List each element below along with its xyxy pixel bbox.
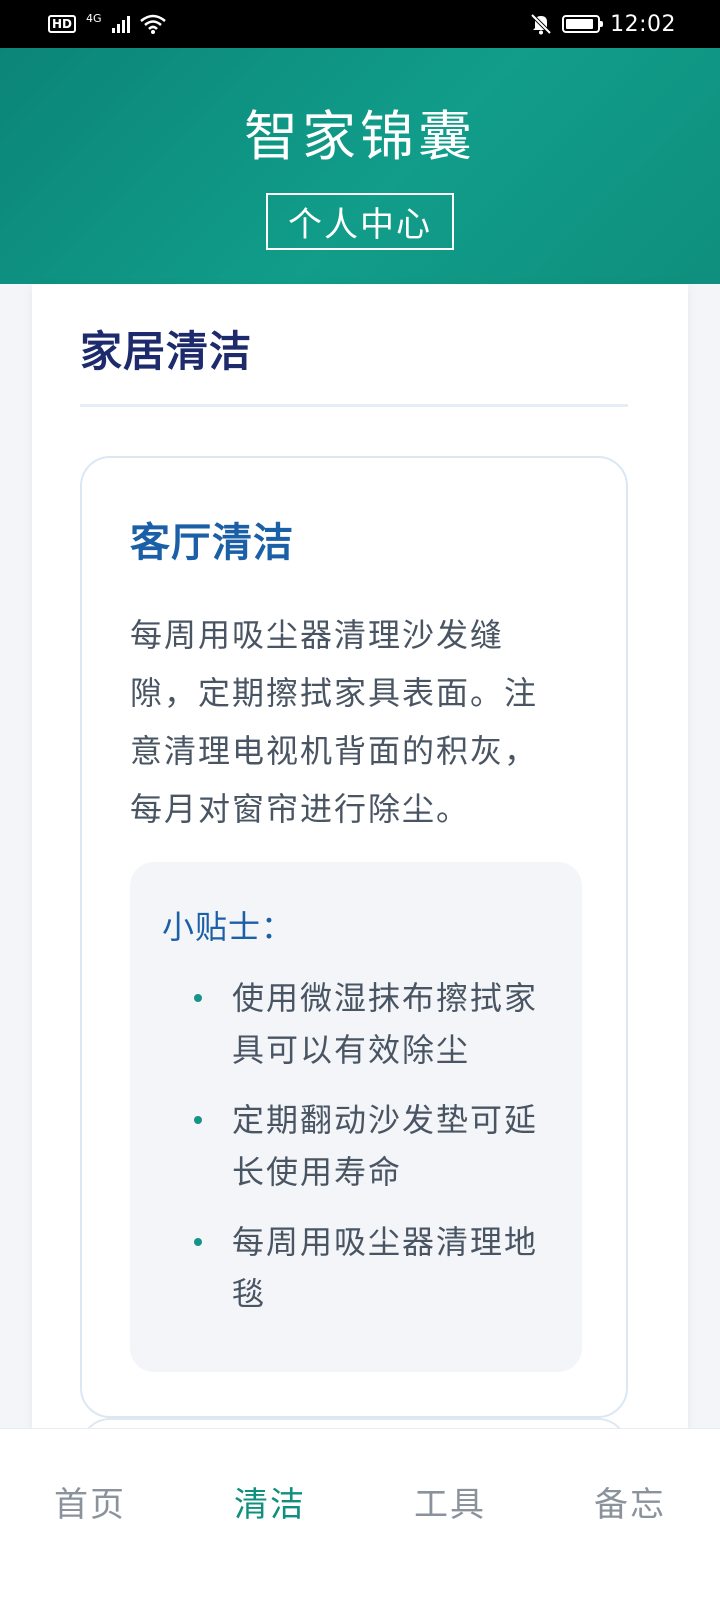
clock: 12:02 [610,11,676,37]
tip-item: 使用微湿抹布擦拭家具可以有效除尘 [160,972,560,1076]
hd-badge: HD [48,15,77,33]
tips-box: 小贴士： 使用微湿抹布擦拭家具可以有效除尘 定期翻动沙发垫可延长使用寿命 每周用… [130,862,582,1372]
profile-center-button[interactable]: 个人中心 [266,193,454,250]
network-type: 4G [86,11,102,25]
tip-text: 使用微湿抹布擦拭家具可以有效除尘 [232,979,539,1069]
app-title: 智家锦囊 [244,105,476,168]
topic-description: 每周用吸尘器清理沙发缝隙，定期擦拭家具表面。注意清理电视机背面的积灰，每月对窗帘… [130,616,539,828]
battery-icon [562,15,604,33]
battery-level [566,19,594,29]
signal-icon [111,15,130,33]
wifi-icon [139,14,166,34]
section-title: 家居清洁 [80,327,253,376]
nav-item-tools[interactable]: 工具 [360,1429,540,1600]
app-screen: HD 4G 12:02 智家锦囊 个人中心 家居清洁 客厅清洁 每周用吸尘器清理… [0,0,720,1600]
tip-text: 每周用吸尘器清理地毯 [232,1223,539,1313]
nav-item-clean[interactable]: 清洁 [180,1429,360,1600]
nav-item-home[interactable]: 首页 [0,1429,180,1600]
bell-mute-icon [530,13,552,35]
app-header: 智家锦囊 个人中心 [0,48,720,284]
status-bar: HD 4G 12:02 [0,0,720,48]
status-left: HD 4G [48,11,166,34]
bullet-dot-icon [194,1238,202,1246]
nav-item-memo[interactable]: 备忘 [540,1429,720,1600]
topic-title: 客厅清洁 [130,520,294,566]
tip-item: 定期翻动沙发垫可延长使用寿命 [160,1094,560,1198]
bottom-nav: 首页 清洁 工具 备忘 [0,1428,720,1600]
content-card: 家居清洁 客厅清洁 每周用吸尘器清理沙发缝隙，定期擦拭家具表面。注意清理电视机背… [32,284,688,1464]
section-divider [80,404,628,407]
tips-list: 使用微湿抹布擦拭家具可以有效除尘 定期翻动沙发垫可延长使用寿命 每周用吸尘器清理… [160,972,560,1338]
status-right: 12:02 [530,12,676,37]
bullet-dot-icon [194,1116,202,1124]
bullet-dot-icon [194,994,202,1002]
topic-card[interactable]: 客厅清洁 每周用吸尘器清理沙发缝隙，定期擦拭家具表面。注意清理电视机背面的积灰，… [80,456,628,1418]
tip-item: 每周用吸尘器清理地毯 [160,1216,560,1320]
tips-title: 小贴士： [162,908,295,946]
tip-text: 定期翻动沙发垫可延长使用寿命 [232,1101,539,1191]
